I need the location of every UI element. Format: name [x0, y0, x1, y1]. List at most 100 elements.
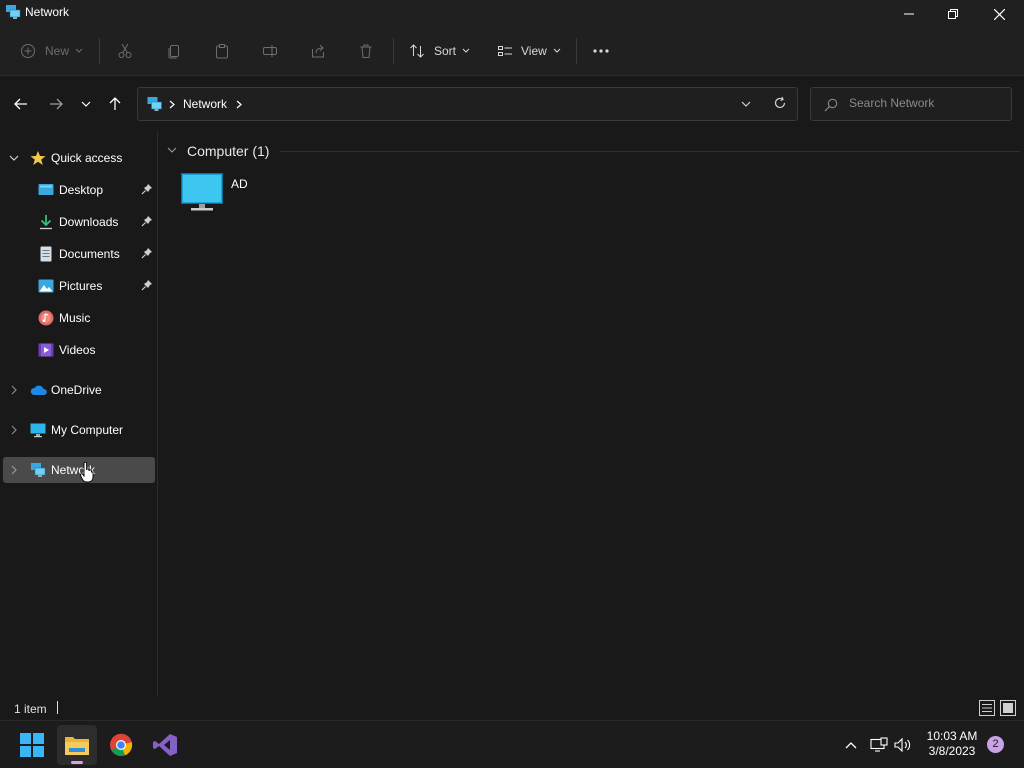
forward-button[interactable]	[42, 91, 70, 117]
desktop-icon	[38, 184, 54, 195]
restore-button[interactable]	[930, 0, 976, 28]
copy-icon	[168, 45, 179, 59]
new-button[interactable]: New	[20, 38, 83, 64]
status-bar: 1 item	[0, 696, 1024, 720]
network-status-button[interactable]	[869, 735, 889, 755]
chevron-right-icon[interactable]	[9, 425, 19, 435]
chevron-up-icon	[845, 742, 857, 749]
rename-button[interactable]	[262, 38, 278, 64]
sidebar-item-label: Downloads	[59, 215, 119, 229]
sidebar-item-label: Music	[59, 311, 91, 325]
group-label: Computer (1)	[187, 143, 270, 159]
downloads-icon	[40, 215, 52, 230]
clock-date: 3/8/2023	[928, 744, 976, 758]
address-history-chevron-icon[interactable]	[741, 101, 751, 108]
up-button[interactable]	[101, 91, 129, 117]
copy-button[interactable]	[166, 38, 182, 64]
pictures-icon	[38, 279, 54, 293]
taskbar-chrome[interactable]	[101, 725, 141, 765]
back-button[interactable]	[7, 91, 35, 117]
active-indicator	[71, 761, 83, 764]
search-icon	[824, 98, 838, 112]
network-icon	[6, 5, 21, 19]
share-icon	[312, 44, 324, 58]
chevron-down-icon	[553, 48, 561, 53]
more-icon	[593, 49, 609, 53]
chevron-down-icon[interactable]	[9, 153, 19, 163]
chevron-down-icon[interactable]	[167, 147, 177, 154]
share-button[interactable]	[310, 38, 326, 64]
clock[interactable]: 10:03 AM 3/8/2023	[920, 729, 984, 759]
details-view-icon[interactable]	[979, 700, 995, 716]
minimize-button[interactable]	[886, 0, 932, 28]
new-icon	[21, 44, 35, 58]
sidebar-item-label: My Computer	[51, 423, 124, 437]
sidebar-item-documents[interactable]: Documents	[3, 241, 155, 267]
hand-cursor-icon	[80, 462, 94, 483]
sort-button[interactable]: Sort	[409, 38, 470, 64]
sidebar-item-quick-access[interactable]: Quick access	[3, 145, 155, 171]
recent-locations-button[interactable]	[72, 91, 100, 117]
videos-icon	[38, 343, 54, 357]
sidebar-item-desktop[interactable]: Desktop	[3, 177, 155, 203]
pin-icon	[141, 184, 152, 195]
sidebar-item-label: Videos	[59, 343, 96, 357]
address-bar[interactable]: Network	[137, 87, 798, 121]
minimize-icon	[904, 13, 914, 15]
visual-studio-icon	[153, 734, 177, 756]
sidebar-item-downloads[interactable]: Downloads	[3, 209, 155, 235]
large-icons-view-icon[interactable]	[1000, 700, 1016, 716]
address-row: Network	[0, 77, 1024, 131]
restore-icon	[948, 9, 958, 19]
network-icon	[147, 97, 162, 111]
refresh-icon[interactable]	[773, 96, 787, 110]
chevron-right-icon[interactable]	[236, 100, 242, 109]
sort-label: Sort	[434, 44, 457, 58]
item-count: 1 item	[14, 702, 47, 716]
chevron-right-icon[interactable]	[9, 465, 19, 475]
search-box[interactable]	[810, 87, 1012, 121]
group-header[interactable]: Computer (1)	[165, 141, 1020, 161]
notification-badge[interactable]: 2	[987, 736, 1004, 753]
sidebar-item-label: Desktop	[59, 183, 104, 197]
more-options-button[interactable]	[592, 38, 610, 64]
sidebar-item-onedrive[interactable]: OneDrive	[3, 377, 155, 403]
arrow-left-icon	[14, 98, 27, 110]
arrow-right-icon	[50, 98, 63, 110]
sidebar-item-pictures[interactable]: Pictures	[3, 273, 155, 299]
delete-button[interactable]	[358, 38, 374, 64]
folder-icon	[65, 737, 89, 755]
breadcrumb-network[interactable]: Network	[183, 97, 227, 111]
sidebar-item-network[interactable]: Network	[3, 457, 155, 483]
toolbar-divider	[99, 38, 100, 64]
show-hidden-icons-button[interactable]	[841, 735, 861, 755]
view-button[interactable]: View	[497, 38, 561, 64]
group-divider	[280, 151, 1020, 152]
chevron-right-icon[interactable]	[9, 385, 19, 395]
computer-icon	[30, 423, 46, 438]
close-button[interactable]	[976, 0, 1022, 28]
taskbar-visual-studio[interactable]	[145, 725, 185, 765]
pin-icon	[141, 280, 152, 291]
sidebar-item-videos[interactable]: Videos	[3, 337, 155, 363]
rename-icon	[263, 45, 277, 57]
navigation-pane: Quick access Desktop Downloads Documents…	[0, 131, 158, 696]
taskbar: 10:03 AM 3/8/2023 2	[0, 720, 1024, 768]
network-status-icon	[870, 737, 888, 752]
trash-icon	[360, 44, 372, 58]
cut-button[interactable]	[117, 38, 133, 64]
paste-button[interactable]	[214, 38, 230, 64]
taskbar-file-explorer[interactable]	[57, 725, 97, 765]
search-input[interactable]	[849, 96, 999, 110]
network-icon	[31, 463, 46, 477]
paste-icon	[216, 44, 228, 59]
sidebar-item-my-computer[interactable]: My Computer	[3, 417, 155, 443]
sidebar-item-label: Documents	[59, 247, 120, 261]
command-bar: New Sort View	[0, 26, 1024, 76]
chevron-down-icon	[75, 48, 83, 53]
sidebar-item-music[interactable]: Music	[3, 305, 155, 331]
start-button[interactable]	[12, 725, 52, 765]
volume-button[interactable]	[893, 735, 913, 755]
file-item[interactable]: AD	[179, 171, 289, 215]
title-bar: Network	[0, 0, 1024, 26]
